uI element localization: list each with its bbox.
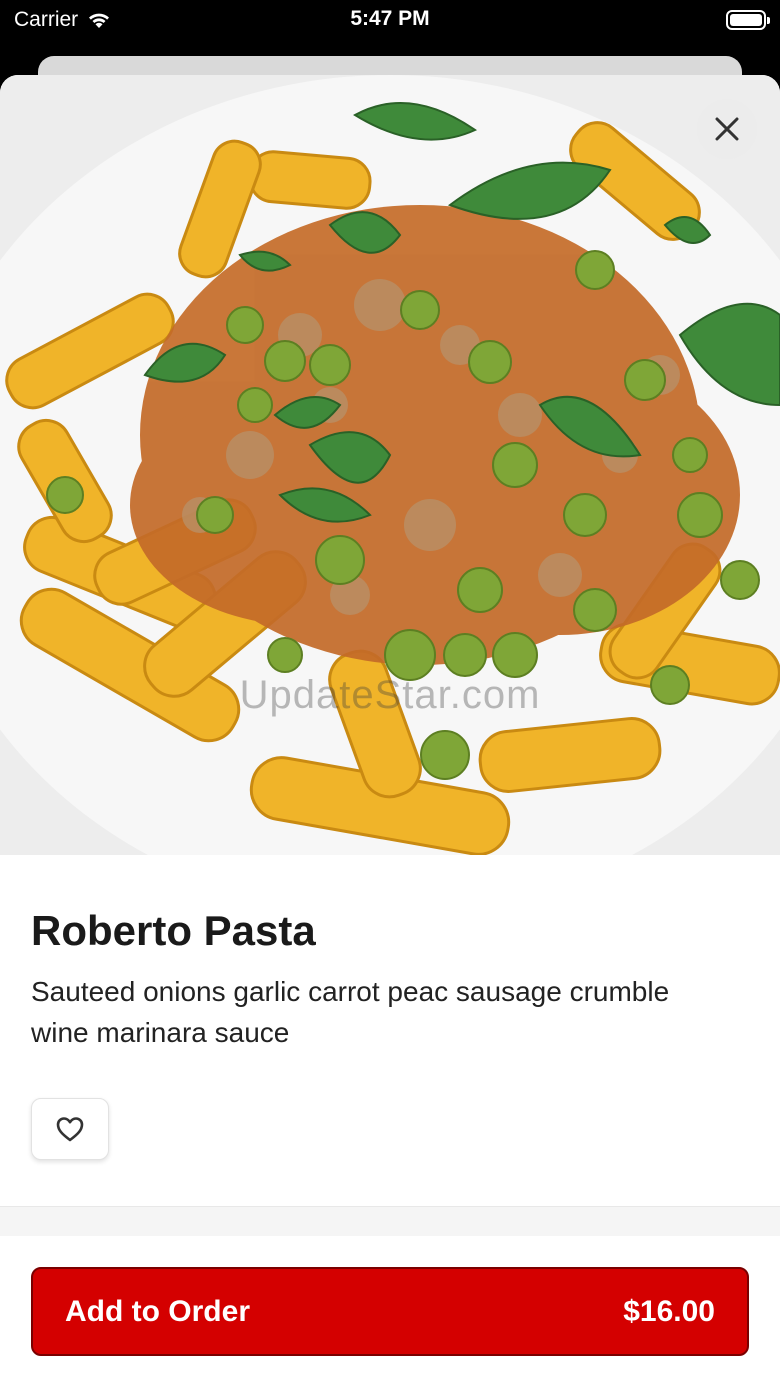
- section-divider: [0, 1206, 780, 1236]
- item-description: Sauteed onions garlic carrot peac sausag…: [31, 976, 670, 1048]
- favorite-button[interactable]: [31, 1098, 109, 1160]
- status-bar: Carrier 5:47 PM: [0, 0, 780, 56]
- close-icon: [715, 117, 739, 141]
- item-price: $16.00: [623, 1294, 715, 1328]
- battery-icon: [726, 10, 770, 30]
- item-title: Roberto Pasta: [31, 907, 316, 954]
- heart-outline-icon: [56, 1117, 84, 1142]
- item-detail-sheet: UpdateStar.com Roberto Pasta Sauteed oni…: [0, 75, 780, 1387]
- add-to-order-button[interactable]: Add to Order $16.00: [31, 1267, 749, 1356]
- photo-watermark: UpdateStar.com: [239, 673, 541, 717]
- close-button[interactable]: [697, 99, 757, 159]
- add-to-order-label: Add to Order: [65, 1294, 250, 1328]
- status-time: 5:47 PM: [350, 7, 430, 30]
- item-photo: UpdateStar.com: [0, 75, 780, 855]
